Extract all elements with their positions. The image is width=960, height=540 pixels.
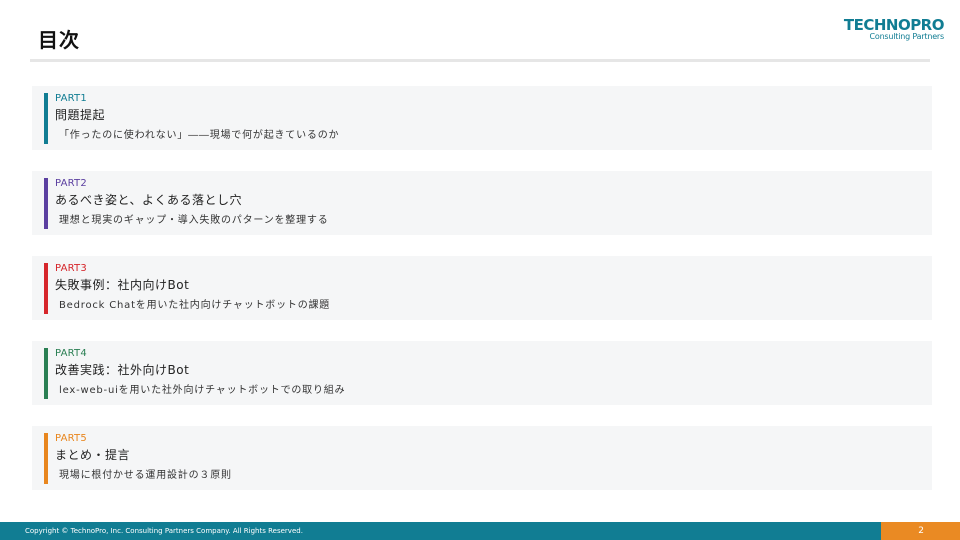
- page-number: 2: [918, 526, 924, 536]
- toc-item-description: Bedrock Chatを用いた社内向けチャットボットの課題: [59, 300, 331, 311]
- page-title: 目次: [38, 28, 80, 52]
- page-number-box: 2: [881, 522, 960, 540]
- toc-item-part-label: PART5: [55, 433, 87, 444]
- toc-item-description: 理想と現実のギャップ・導入失敗のパターンを整理する: [59, 215, 329, 226]
- logo-main-text: TECHNOPRO: [843, 16, 945, 34]
- toc-item-heading: まとめ・提言: [55, 448, 131, 462]
- title-divider: [30, 59, 930, 62]
- toc-item-part1[interactable]: PART1 問題提起 「作ったのに使われない」――現場で何が起きているのか: [32, 86, 932, 150]
- toc-item-heading: あるべき姿と、よくある落とし穴: [55, 193, 243, 207]
- toc-item-part-label: PART4: [55, 348, 87, 359]
- toc-item-description: 現場に根付かせる運用設計の３原則: [59, 470, 232, 481]
- toc-item-heading: 問題提起: [55, 108, 106, 122]
- toc-item-accent-bar: [44, 348, 48, 399]
- toc-item-heading: 改善実践：社外向けBot: [55, 363, 190, 377]
- copyright-text: Copyright © TechnoPro, Inc. Consulting P…: [25, 527, 303, 535]
- toc-list: PART1 問題提起 「作ったのに使われない」――現場で何が起きているのか PA…: [32, 86, 932, 511]
- toc-item-part5[interactable]: PART5 まとめ・提言 現場に根付かせる運用設計の３原則: [32, 426, 932, 490]
- logo-sub-text: Consulting Partners: [869, 32, 944, 41]
- toc-item-heading: 失敗事例：社内向けBot: [55, 278, 190, 292]
- footer-bar: Copyright © TechnoPro, Inc. Consulting P…: [0, 522, 881, 540]
- toc-item-part2[interactable]: PART2 あるべき姿と、よくある落とし穴 理想と現実のギャップ・導入失敗のパタ…: [32, 171, 932, 235]
- toc-item-description: 「作ったのに使われない」――現場で何が起きているのか: [59, 130, 340, 141]
- toc-item-part3[interactable]: PART3 失敗事例：社内向けBot Bedrock Chatを用いた社内向けチ…: [32, 256, 932, 320]
- toc-item-part-label: PART3: [55, 263, 87, 274]
- toc-item-description: lex-web-uiを用いた社外向けチャットボットでの取り組み: [59, 385, 346, 396]
- technopro-logo: TECHNOPRO Consulting Partners: [834, 16, 945, 42]
- toc-item-accent-bar: [44, 178, 48, 229]
- toc-item-part-label: PART1: [55, 93, 87, 104]
- toc-item-part4[interactable]: PART4 改善実践：社外向けBot lex-web-uiを用いた社外向けチャッ…: [32, 341, 932, 405]
- toc-item-accent-bar: [44, 263, 48, 314]
- toc-item-part-label: PART2: [55, 178, 87, 189]
- toc-item-accent-bar: [44, 433, 48, 484]
- toc-item-accent-bar: [44, 93, 48, 144]
